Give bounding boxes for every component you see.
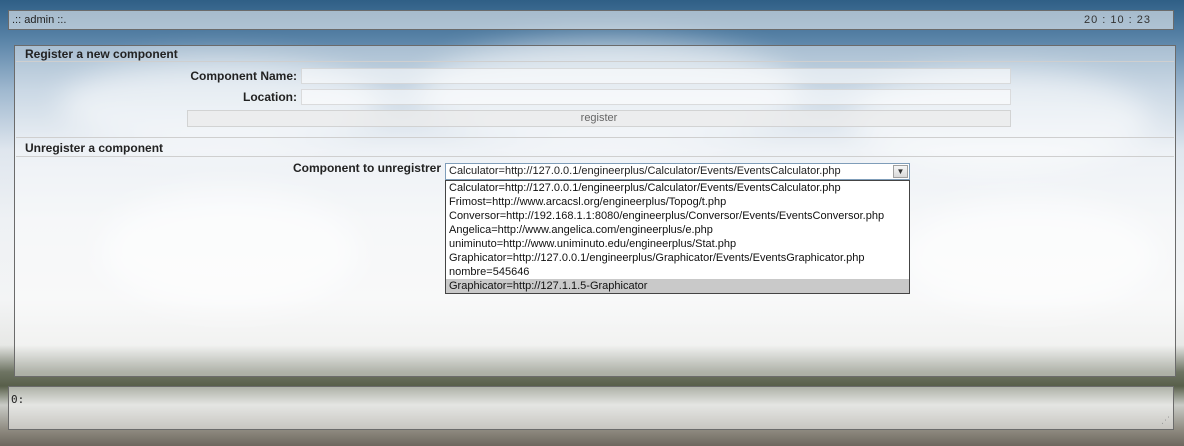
location-label: Location: (243, 90, 297, 104)
unregister-heading: Unregister a component (25, 141, 164, 155)
dropdown-option[interactable]: uniminuto=http://www.uniminuto.edu/engin… (446, 237, 909, 251)
divider (16, 137, 1174, 138)
divider (16, 156, 1174, 157)
register-heading: Register a new component (25, 47, 178, 61)
status-bar: 0: ⋰ (8, 386, 1174, 430)
location-field[interactable] (301, 89, 1011, 105)
register-button[interactable]: register (187, 110, 1011, 127)
component-select-value: Calculator=http://127.0.0.1/engineerplus… (449, 165, 841, 177)
component-name-field[interactable] (301, 68, 1011, 84)
dropdown-option[interactable]: Graphicator=http://127.0.0.1/engineerplu… (446, 251, 909, 265)
resize-grip-icon[interactable]: ⋰ (1161, 415, 1170, 426)
app-title: .:: admin ::. (12, 14, 67, 26)
component-unregister-label: Component to unregistrer (292, 161, 441, 175)
top-bar: .:: admin ::. 20 : 10 : 23 (8, 10, 1174, 30)
component-dropdown-list: Calculator=http://127.0.0.1/engineerplus… (445, 180, 910, 294)
dropdown-option[interactable]: Angelica=http://www.angelica.com/enginee… (446, 223, 909, 237)
clock: 20 : 10 : 23 (1083, 14, 1151, 26)
dropdown-option[interactable]: Graphicator=http://127.1.1.5-Graphicator (446, 279, 909, 293)
dropdown-option[interactable]: Calculator=http://127.0.0.1/engineerplus… (446, 181, 909, 195)
main-panel: Register a new component Component Name:… (14, 45, 1176, 377)
divider (16, 61, 1174, 62)
status-text: 0: (11, 393, 25, 406)
chevron-down-icon[interactable]: ▼ (893, 165, 908, 178)
dropdown-option[interactable]: Conversor=http://192.168.1.1:8080/engine… (446, 209, 909, 223)
dropdown-option[interactable]: nombre=545646 (446, 265, 909, 279)
component-name-label: Component Name: (190, 69, 297, 83)
component-select[interactable]: Calculator=http://127.0.0.1/engineerplus… (445, 163, 910, 180)
dropdown-option[interactable]: Frimost=http://www.arcacsl.org/engineerp… (446, 195, 909, 209)
